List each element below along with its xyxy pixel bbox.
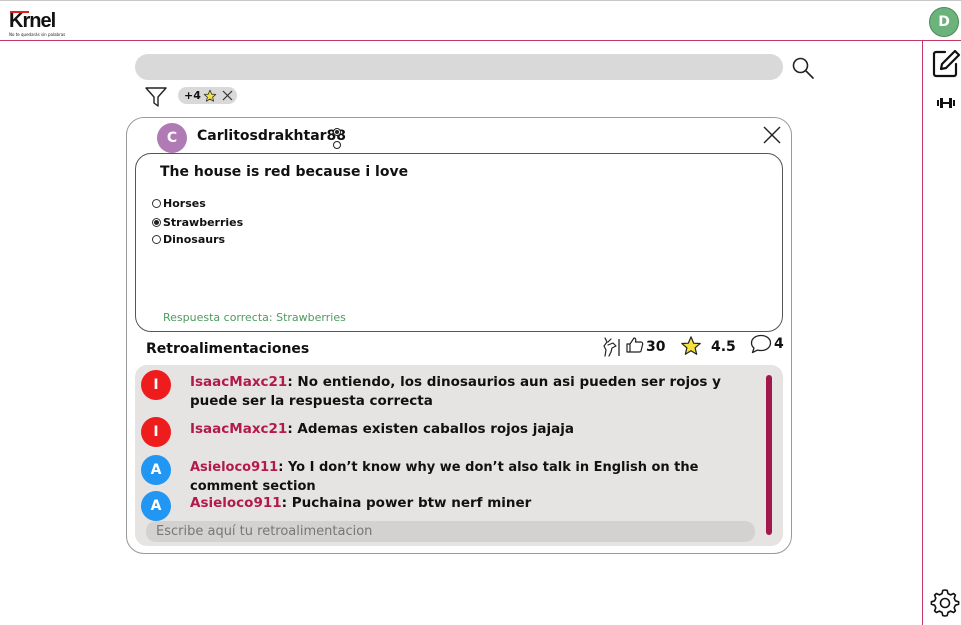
star-icon[interactable] (680, 335, 702, 357)
comment-text: : Puchaina power btw nerf miner (281, 495, 532, 511)
commenter-name[interactable]: Asieloco911 (190, 495, 282, 511)
option-radio[interactable] (152, 199, 161, 208)
filter-funnel-icon[interactable] (145, 86, 167, 108)
chip-close-icon[interactable] (222, 90, 233, 101)
comment-item: IsaacMaxc21: No entiendo, los dinosaurio… (190, 373, 750, 411)
option-label: Strawberries (163, 216, 244, 229)
option-label: Horses (163, 197, 206, 210)
option-horses[interactable]: Horses (152, 197, 206, 210)
comments-scrollbar[interactable] (766, 375, 772, 535)
search-input[interactable] (135, 54, 783, 80)
commenter-avatar[interactable]: A (141, 491, 171, 521)
top-bar: Krnel No te quedarás sin palabras D (0, 0, 961, 41)
comment-item: Asieloco911: Puchaina power btw nerf min… (190, 494, 750, 513)
post-card: C Carlitosdrakhtar88 The house is red be… (126, 117, 792, 554)
star-icon (203, 89, 217, 102)
chip-label: +4 (184, 89, 201, 102)
commenter-avatar[interactable]: A (141, 455, 171, 485)
commenter-avatar[interactable]: I (141, 417, 171, 447)
more-options-icon[interactable] (331, 127, 343, 151)
option-radio[interactable] (152, 235, 161, 244)
mind-blown-icon[interactable] (599, 336, 621, 358)
commenter-name[interactable]: IsaacMaxc21 (190, 374, 287, 390)
logo-text: Krnel (9, 10, 56, 32)
option-label: Dinosaurs (163, 233, 226, 246)
rating-filter-chip[interactable]: +4 (178, 87, 237, 104)
logo[interactable]: Krnel No te quedarás sin palabras (9, 11, 65, 37)
commenter-avatar[interactable]: I (141, 370, 171, 400)
user-avatar[interactable]: D (929, 7, 959, 37)
correct-answer-text: Respuesta correcta: Strawberries (163, 311, 346, 324)
logo-accent (10, 11, 29, 13)
search-icon[interactable] (791, 56, 815, 80)
option-dinosaurs[interactable]: Dinosaurs (152, 233, 225, 246)
right-sidebar (922, 41, 961, 625)
option-radio[interactable] (152, 218, 161, 227)
comment-text: : Ademas existen caballos rojos jajaja (287, 421, 574, 437)
feedback-title: Retroalimentaciones (146, 341, 310, 357)
likes-count: 30 (646, 339, 666, 355)
author-name[interactable]: Carlitosdrakhtar88 (197, 128, 346, 144)
settings-gear-icon[interactable] (929, 587, 961, 619)
commenter-name[interactable]: Asieloco911 (190, 460, 278, 475)
feedback-input[interactable] (146, 521, 755, 542)
author-avatar[interactable]: C (157, 123, 187, 153)
rating-value: 4.5 (711, 339, 736, 355)
question-box: The house is red because i love Horses S… (135, 153, 783, 332)
comments-count: 4 (774, 336, 784, 352)
option-strawberries[interactable]: Strawberries (152, 216, 243, 229)
commenter-name[interactable]: IsaacMaxc21 (190, 421, 287, 437)
comment-item: IsaacMaxc21: Ademas existen caballos roj… (190, 420, 750, 439)
comment-item: Asieloco911: Yo I don’t know why we don’… (190, 458, 765, 496)
logo-tagline: No te quedarás sin palabras (9, 32, 66, 37)
dumbbell-icon[interactable] (936, 97, 956, 109)
close-icon[interactable] (761, 124, 783, 146)
comments-panel: I IsaacMaxc21: No entiendo, los dinosaur… (135, 365, 783, 546)
edit-icon[interactable] (931, 49, 961, 79)
comment-bubble-icon[interactable] (750, 334, 772, 354)
question-text: The house is red because i love (160, 164, 409, 180)
thumbs-up-icon[interactable] (626, 336, 644, 354)
